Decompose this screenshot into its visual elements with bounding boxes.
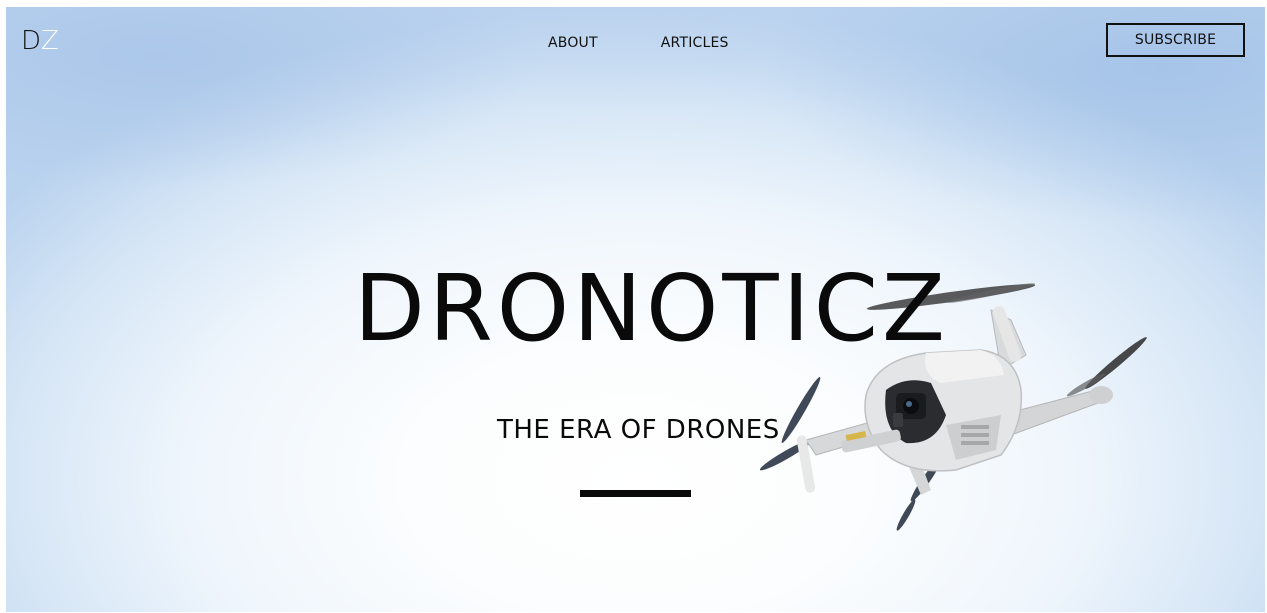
nav-articles-link[interactable]: ARTICLES	[661, 35, 729, 51]
site-logo[interactable]: DZ	[21, 26, 59, 56]
hero-section: DZ ABOUT ARTICLES SUBSCRIBE DRONOTICZ TH…	[6, 7, 1265, 612]
logo-letter-d: D	[21, 26, 42, 56]
logo-letter-z: Z	[41, 26, 59, 56]
main-nav: ABOUT ARTICLES	[548, 35, 729, 51]
hero-divider	[580, 490, 691, 497]
hero-title: DRONOTICZ	[354, 255, 950, 362]
hero-subtitle: THE ERA OF DRONES	[497, 415, 780, 445]
subscribe-button[interactable]: SUBSCRIBE	[1106, 23, 1245, 57]
nav-about-link[interactable]: ABOUT	[548, 35, 598, 51]
